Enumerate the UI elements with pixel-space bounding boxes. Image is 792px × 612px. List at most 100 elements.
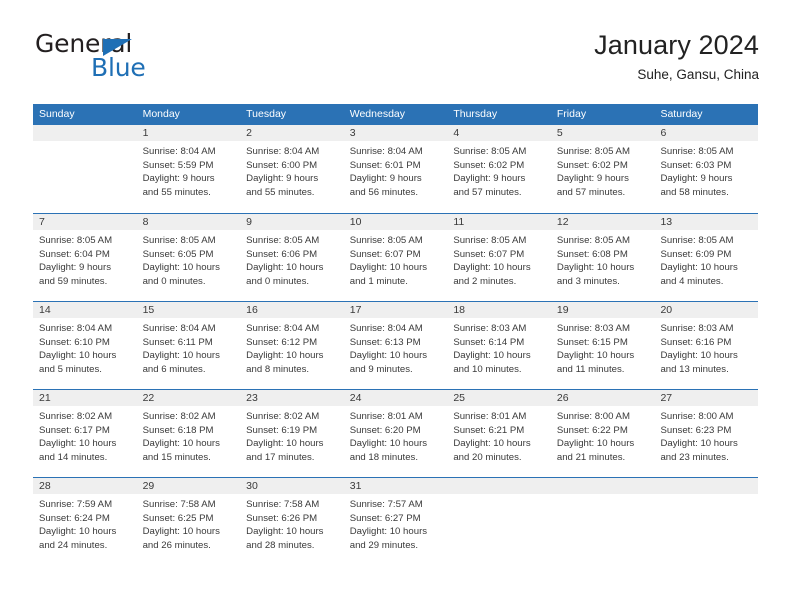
page-header: General Blue January 2024 Suhe, Gansu, C… — [33, 28, 759, 90]
day-details: Sunrise: 8:04 AM Sunset: 6:12 PM Daylight:… — [240, 318, 344, 376]
day-cell[interactable]: 24 Sunrise: 8:01 AM Sunset: 6:20 PM Dayligh… — [343, 390, 448, 477]
day-cell[interactable]: 29 Sunrise: 7:58 AM Sunset: 6:25 PM Dayligh… — [136, 478, 241, 565]
sunset-text: Sunset: 6:25 PM — [142, 512, 214, 524]
day-cell-empty — [550, 478, 655, 565]
day-cell[interactable]: 3 Sunrise: 8:04 AM Sunset: 6:01 PM Daylight… — [343, 125, 448, 213]
day-details: Sunrise: 8:05 AM Sunset: 6:04 PM Daylight:… — [33, 230, 137, 288]
day-cell[interactable]: 22 Sunrise: 8:02 AM Sunset: 6:18 PM Dayligh… — [136, 390, 241, 477]
day-cell[interactable]: 26 Sunrise: 8:00 AM Sunset: 6:22 PM Dayligh… — [550, 390, 655, 477]
day-cell[interactable]: 5 Sunrise: 8:05 AM Sunset: 6:02 PM Daylight… — [550, 125, 655, 213]
sunrise-text: Sunrise: 8:04 AM — [142, 323, 216, 334]
daylight-text-line2: and 13 minutes. — [660, 363, 729, 375]
daylight-text-line2: and 29 minutes. — [349, 539, 419, 551]
day-number: 3 — [343, 125, 448, 141]
general-blue-logo[interactable]: General Blue — [33, 28, 263, 84]
daylight-text-line2: and 14 minutes. — [39, 451, 108, 463]
day-details: Sunrise: 8:04 AM Sunset: 6:00 PM Daylight:… — [240, 141, 344, 199]
daylight-text-line2: and 56 minutes. — [349, 186, 419, 198]
sunrise-text: Sunrise: 8:05 AM — [660, 146, 734, 157]
sunset-text: Sunset: 6:12 PM — [246, 336, 318, 348]
day-number: 20 — [654, 302, 759, 318]
day-cell[interactable]: 12 Sunrise: 8:05 AM Sunset: 6:08 PM Dayligh… — [550, 214, 655, 301]
sunset-text: Sunset: 6:06 PM — [246, 248, 318, 260]
day-cell[interactable]: 1 Sunrise: 8:04 AM Sunset: 5:59 PM Daylight… — [136, 125, 241, 213]
day-cell[interactable]: 16 Sunrise: 8:04 AM Sunset: 6:12 PM Dayligh… — [240, 302, 344, 389]
daylight-text-line2: and 59 minutes. — [39, 275, 108, 287]
daylight-text-line2: and 4 minutes. — [660, 275, 724, 287]
day-cell[interactable]: 27 Sunrise: 8:00 AM Sunset: 6:23 PM Dayligh… — [654, 390, 759, 477]
day-number: 27 — [654, 390, 759, 406]
weekday-header-saturday: Saturday — [660, 108, 703, 120]
sunrise-text: Sunrise: 8:05 AM — [556, 146, 630, 157]
day-cell[interactable]: 18 Sunrise: 8:03 AM Sunset: 6:14 PM Dayligh… — [447, 302, 551, 389]
day-cell[interactable]: 7 Sunrise: 8:05 AM Sunset: 6:04 PM Daylight… — [33, 214, 137, 301]
day-cell[interactable]: 23 Sunrise: 8:02 AM Sunset: 6:19 PM Dayligh… — [240, 390, 344, 477]
day-cell[interactable]: 19 Sunrise: 8:03 AM Sunset: 6:15 PM Dayligh… — [550, 302, 655, 389]
day-details: Sunrise: 8:05 AM Sunset: 6:07 PM Daylight:… — [344, 230, 448, 288]
daylight-text-line1: Daylight: 10 hours — [660, 262, 738, 274]
day-cell[interactable]: 14 Sunrise: 8:04 AM Sunset: 6:10 PM Dayligh… — [33, 302, 137, 389]
day-details: Sunrise: 8:05 AM Sunset: 6:06 PM Daylight:… — [240, 230, 344, 288]
daylight-text-line2: and 17 minutes. — [246, 451, 315, 463]
day-number: 6 — [654, 125, 759, 141]
day-cell[interactable]: 9 Sunrise: 8:05 AM Sunset: 6:06 PM Daylight… — [240, 214, 344, 301]
day-cell[interactable]: 30 Sunrise: 7:58 AM Sunset: 6:26 PM Dayligh… — [240, 478, 344, 565]
day-number: 22 — [136, 390, 241, 406]
day-details: Sunrise: 8:03 AM Sunset: 6:16 PM Daylight:… — [654, 318, 758, 376]
day-cell[interactable]: 8 Sunrise: 8:05 AM Sunset: 6:05 PM Daylight… — [136, 214, 241, 301]
daylight-text-line1: Daylight: 10 hours — [556, 438, 635, 450]
day-cell[interactable]: 21 Sunrise: 8:02 AM Sunset: 6:17 PM Dayligh… — [33, 390, 137, 477]
day-cell[interactable]: 11 Sunrise: 8:05 AM Sunset: 6:07 PM Dayligh… — [447, 214, 551, 301]
daylight-text-line1: Daylight: 10 hours — [556, 350, 635, 362]
sunset-text: Sunset: 6:22 PM — [556, 424, 628, 436]
daylight-text-line1: Daylight: 10 hours — [349, 526, 428, 538]
daylight-text-line1: Daylight: 9 hours — [556, 173, 629, 185]
day-number: 4 — [447, 125, 551, 141]
day-number: 24 — [343, 390, 448, 406]
day-details: Sunrise: 8:05 AM Sunset: 6:09 PM Daylight:… — [654, 230, 758, 288]
daylight-text-line2: and 28 minutes. — [246, 539, 315, 551]
day-cell[interactable]: 25 Sunrise: 8:01 AM Sunset: 6:21 PM Dayligh… — [447, 390, 551, 477]
daylight-text-line1: Daylight: 9 hours — [142, 173, 215, 185]
day-cell[interactable]: 28 Sunrise: 7:59 AM Sunset: 6:24 PM Dayligh… — [33, 478, 137, 565]
day-cell[interactable]: 31 Sunrise: 7:57 AM Sunset: 6:27 PM Dayligh… — [343, 478, 448, 565]
sunrise-text: Sunrise: 7:59 AM — [39, 499, 113, 510]
weekday-header-thursday: Thursday — [453, 108, 498, 120]
sunset-text: Sunset: 6:03 PM — [660, 159, 732, 171]
day-number — [447, 478, 551, 494]
sunset-text: Sunset: 6:18 PM — [142, 424, 214, 436]
day-number: 26 — [550, 390, 655, 406]
day-number: 2 — [240, 125, 344, 141]
daylight-text-line1: Daylight: 9 hours — [453, 173, 526, 185]
day-cell[interactable]: 2 Sunrise: 8:04 AM Sunset: 6:00 PM Daylight… — [240, 125, 344, 213]
sunrise-text: Sunrise: 8:00 AM — [660, 411, 734, 422]
day-number: 23 — [240, 390, 344, 406]
day-number: 1 — [136, 125, 241, 141]
day-cell[interactable]: 13 Sunrise: 8:05 AM Sunset: 6:09 PM Dayligh… — [654, 214, 759, 301]
day-cell[interactable]: 20 Sunrise: 8:03 AM Sunset: 6:16 PM Dayligh… — [654, 302, 759, 389]
day-cell[interactable]: 15 Sunrise: 8:04 AM Sunset: 6:11 PM Dayligh… — [136, 302, 241, 389]
day-details: Sunrise: 7:58 AM Sunset: 6:25 PM Daylight:… — [137, 494, 241, 552]
day-number: 25 — [447, 390, 551, 406]
day-number: 7 — [33, 214, 137, 230]
sunset-text: Sunset: 6:20 PM — [349, 424, 421, 436]
daylight-text-line2: and 11 minutes. — [556, 363, 625, 375]
sunrise-text: Sunrise: 8:05 AM — [556, 235, 630, 246]
day-details: Sunrise: 7:58 AM Sunset: 6:26 PM Daylight:… — [240, 494, 344, 552]
day-details: Sunrise: 8:02 AM Sunset: 6:18 PM Daylight:… — [137, 406, 241, 464]
daylight-text-line2: and 3 minutes. — [556, 275, 620, 287]
day-details: Sunrise: 8:02 AM Sunset: 6:17 PM Daylight:… — [33, 406, 137, 464]
sunset-text: Sunset: 6:01 PM — [349, 159, 421, 171]
daylight-text-line2: and 8 minutes. — [246, 363, 310, 375]
day-cell[interactable]: 6 Sunrise: 8:05 AM Sunset: 6:03 PM Daylight… — [654, 125, 759, 213]
day-cell[interactable]: 4 Sunrise: 8:05 AM Sunset: 6:02 PM Daylight… — [447, 125, 551, 213]
day-cell[interactable]: 10 Sunrise: 8:05 AM Sunset: 6:07 PM Dayligh… — [343, 214, 448, 301]
daylight-text-line1: Daylight: 9 hours — [39, 262, 111, 274]
sunrise-text: Sunrise: 8:01 AM — [349, 411, 423, 422]
day-details: Sunrise: 8:02 AM Sunset: 6:19 PM Daylight:… — [240, 406, 344, 464]
day-cell[interactable]: 17 Sunrise: 8:04 AM Sunset: 6:13 PM Dayligh… — [343, 302, 448, 389]
day-details: Sunrise: 7:57 AM Sunset: 6:27 PM Daylight:… — [344, 494, 448, 552]
daylight-text-line1: Daylight: 10 hours — [349, 262, 428, 274]
daylight-text-line2: and 58 minutes. — [660, 186, 729, 198]
sunset-text: Sunset: 6:26 PM — [246, 512, 318, 524]
